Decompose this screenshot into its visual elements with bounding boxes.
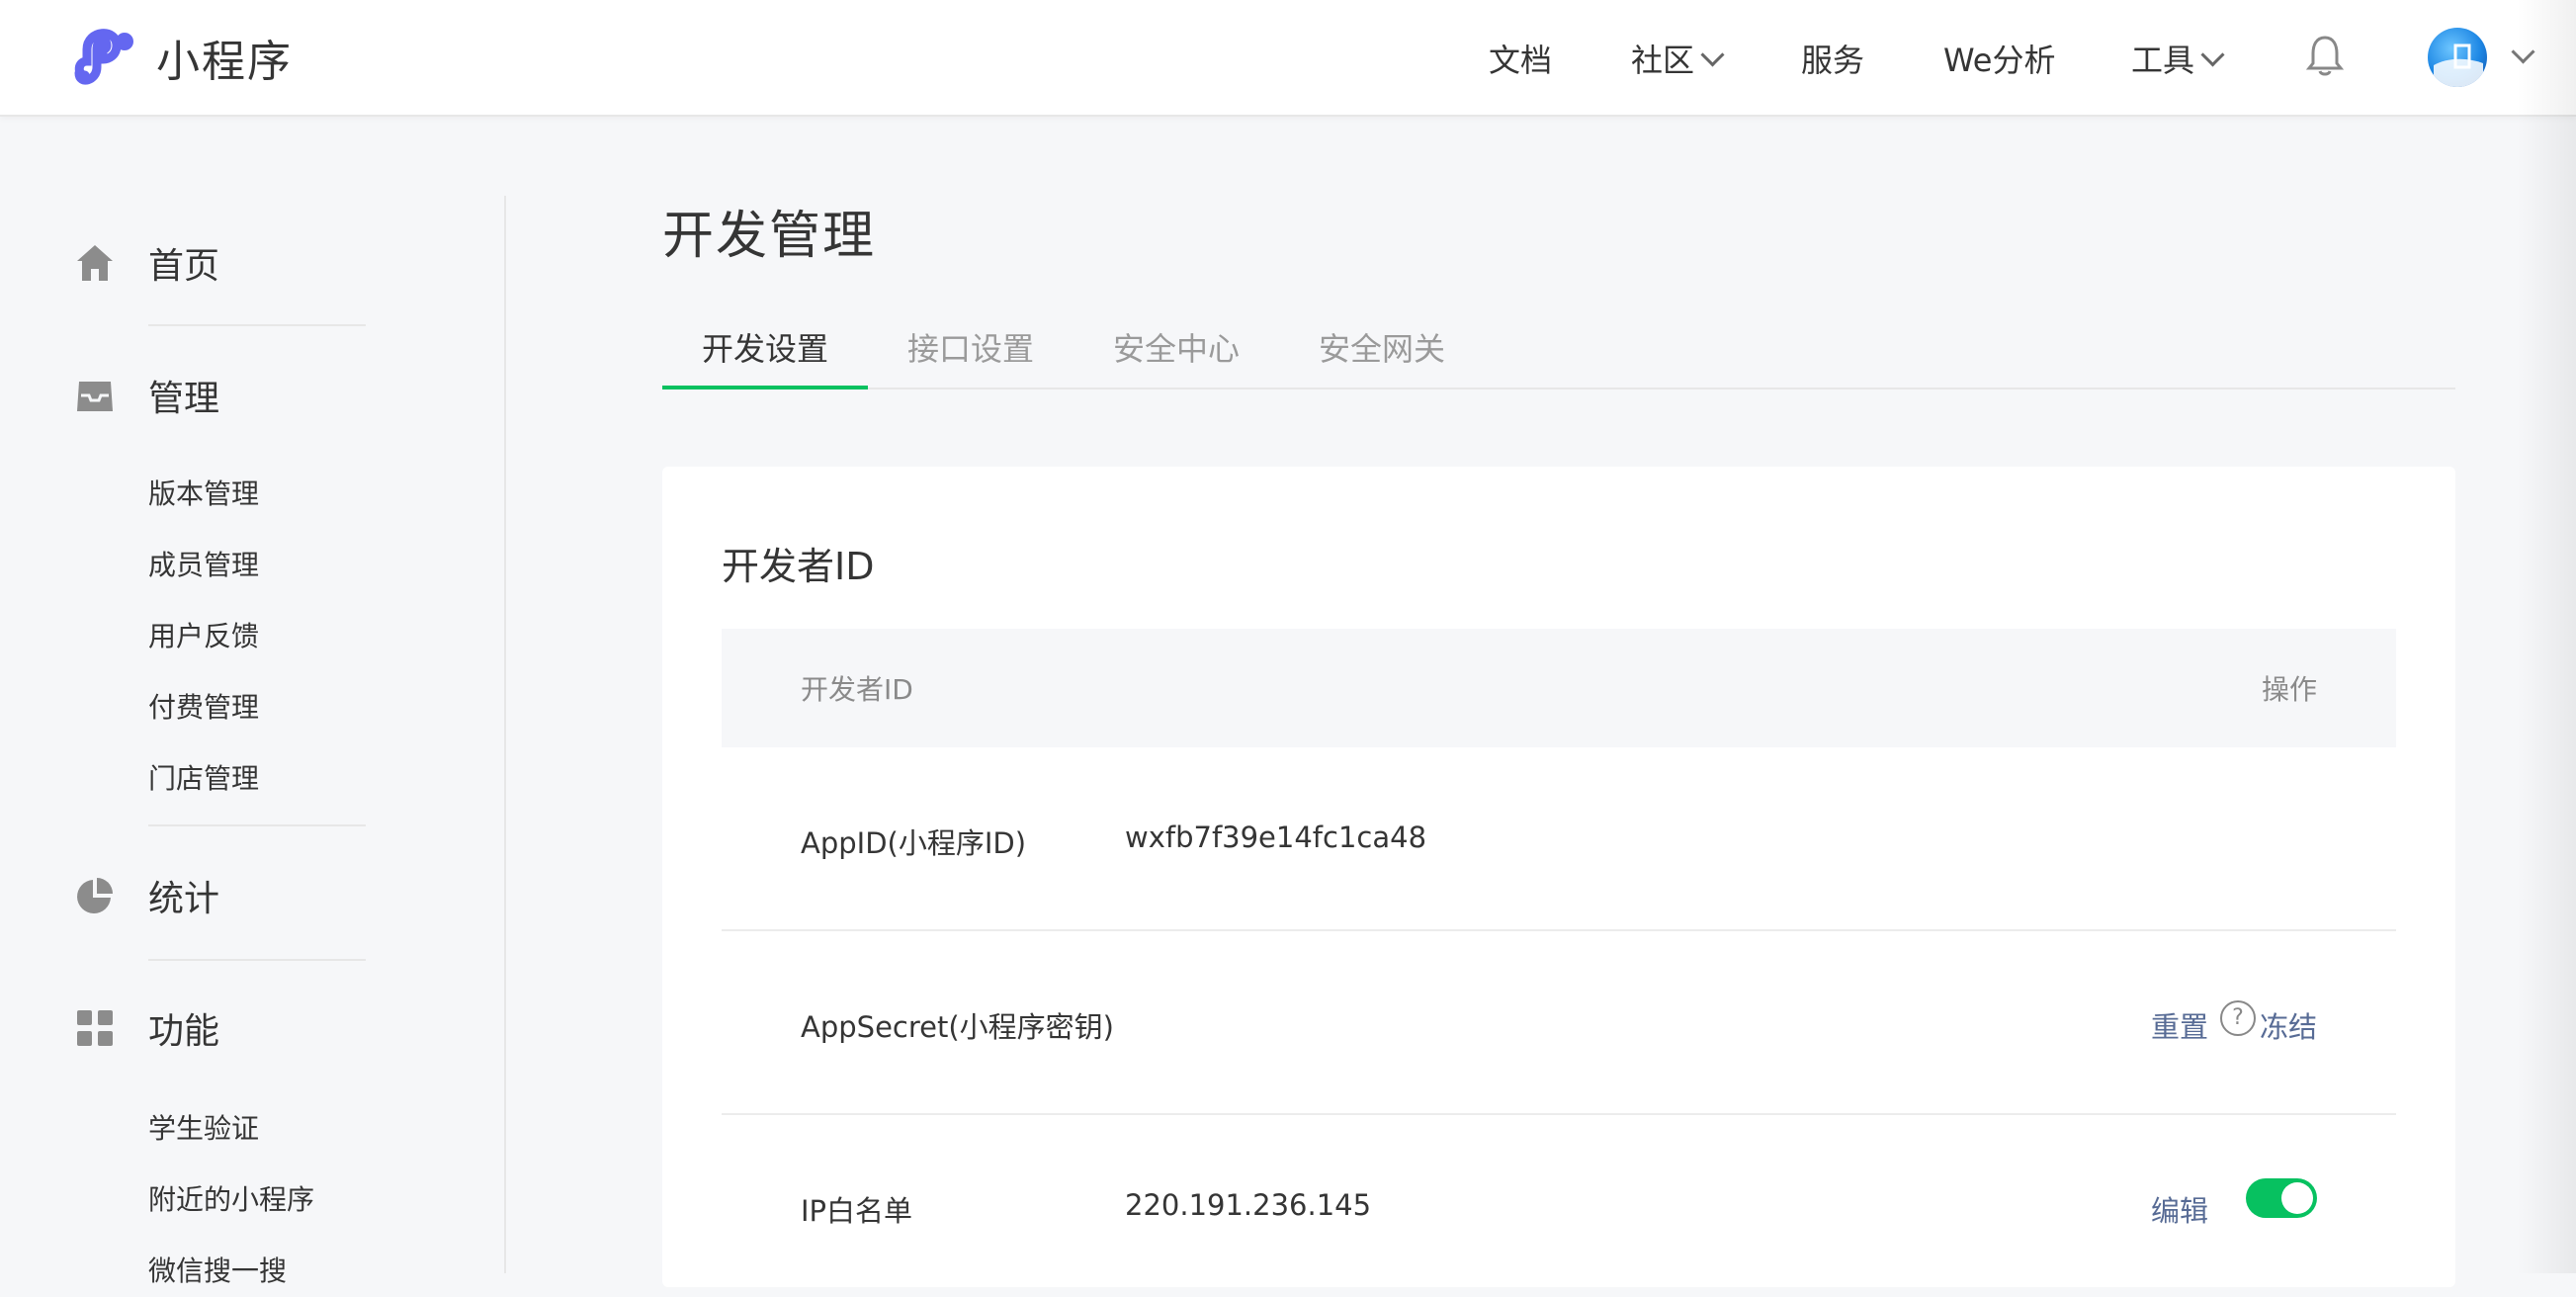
appid-value[interactable]: wxfb7f39e14fc1ca48 bbox=[1125, 821, 1426, 854]
grid-icon bbox=[77, 1010, 113, 1046]
freeze-secret-button[interactable]: 冻结 bbox=[2260, 1004, 2317, 1046]
sidebar-item-stats[interactable]: 统计 bbox=[73, 866, 219, 925]
sidebar-divider bbox=[148, 959, 366, 961]
ip-whitelist-value: 220.191.236.145 bbox=[1125, 1188, 1372, 1222]
nav-docs[interactable]: 文档 bbox=[1489, 36, 1552, 81]
edit-whitelist-button[interactable]: 编辑 bbox=[2151, 1188, 2208, 1230]
page-title: 开发管理 bbox=[662, 207, 877, 266]
sidebar-item-stores[interactable]: 门店管理 bbox=[148, 757, 259, 797]
avatar[interactable] bbox=[2428, 28, 2487, 87]
sidebar-item-student-verify[interactable]: 学生验证 bbox=[148, 1107, 259, 1147]
chevron-down-icon bbox=[2200, 43, 2225, 67]
sidebar-item-payment[interactable]: 付费管理 bbox=[148, 686, 259, 726]
table-header: 开发者ID 操作 bbox=[722, 629, 2396, 747]
sidebar-item-search[interactable]: 微信搜一搜 bbox=[148, 1250, 287, 1289]
sidebar-item-members[interactable]: 成员管理 bbox=[148, 544, 259, 583]
table-row: AppSecret(小程序密钥) 重置 ? 冻结 bbox=[722, 931, 2396, 1115]
row-label: IP白名单 bbox=[801, 1194, 913, 1228]
whitelist-toggle[interactable] bbox=[2246, 1178, 2317, 1218]
nav-we-analytics[interactable]: We分析 bbox=[1943, 36, 2055, 81]
chevron-down-icon bbox=[1700, 43, 1725, 67]
tab-security-gateway[interactable]: 安全网关 bbox=[1319, 324, 1445, 370]
tab-dev-settings[interactable]: 开发设置 bbox=[702, 324, 828, 370]
tab-security-center[interactable]: 安全中心 bbox=[1113, 324, 1240, 370]
column-header-ops: 操作 bbox=[2261, 673, 2317, 706]
sidebar-divider bbox=[148, 324, 366, 326]
nav-community[interactable]: 社区 bbox=[1631, 36, 1725, 81]
reset-secret-button[interactable]: 重置 bbox=[2151, 1004, 2208, 1046]
sidebar-item-manage[interactable]: 管理 bbox=[73, 366, 219, 425]
row-label: AppSecret(小程序密钥) bbox=[801, 1010, 1114, 1044]
nav-tools[interactable]: 工具 bbox=[2131, 36, 2225, 81]
row-label: AppID(小程序ID) bbox=[801, 826, 1027, 860]
brand-title[interactable]: 小程序 bbox=[156, 26, 293, 89]
inbox-icon bbox=[77, 382, 113, 411]
chevron-down-icon[interactable] bbox=[2511, 40, 2535, 64]
sidebar-divider bbox=[148, 824, 366, 826]
sidebar-item-nearby[interactable]: 附近的小程序 bbox=[148, 1178, 314, 1218]
help-icon[interactable]: ? bbox=[2220, 1000, 2256, 1036]
sidebar-item-home[interactable]: 首页 bbox=[73, 233, 219, 293]
tab-bar: 开发设置 接口设置 安全中心 安全网关 bbox=[662, 306, 2455, 389]
home-icon bbox=[77, 245, 113, 281]
miniprogram-logo-icon[interactable] bbox=[73, 22, 142, 87]
right-edge-shadow bbox=[2517, 0, 2576, 1273]
bell-icon[interactable] bbox=[2305, 34, 2345, 77]
developer-id-card: 开发者ID 开发者ID 操作 AppID(小程序ID) wxfb7f39e14f… bbox=[662, 467, 2455, 1287]
tab-api-settings[interactable]: 接口设置 bbox=[907, 324, 1034, 370]
top-header: 小程序 文档 社区 服务 We分析 工具 bbox=[0, 0, 2576, 117]
column-header-id: 开发者ID bbox=[801, 673, 913, 706]
sidebar-item-feedback[interactable]: 用户反馈 bbox=[148, 615, 259, 654]
pie-chart-icon bbox=[77, 878, 113, 913]
active-tab-indicator bbox=[662, 386, 868, 389]
nav-services[interactable]: 服务 bbox=[1801, 36, 1864, 81]
sidebar-item-version[interactable]: 版本管理 bbox=[148, 473, 259, 512]
table-row: IP白名单 220.191.236.145 编辑 bbox=[722, 1115, 2396, 1297]
table-row: AppID(小程序ID) wxfb7f39e14fc1ca48 bbox=[722, 747, 2396, 931]
toggle-knob bbox=[2281, 1182, 2313, 1214]
card-title: 开发者ID bbox=[722, 545, 875, 588]
sidebar-item-features[interactable]: 功能 bbox=[73, 998, 219, 1058]
avatar-image-icon bbox=[2434, 43, 2483, 87]
sidebar-divider bbox=[504, 196, 506, 1273]
